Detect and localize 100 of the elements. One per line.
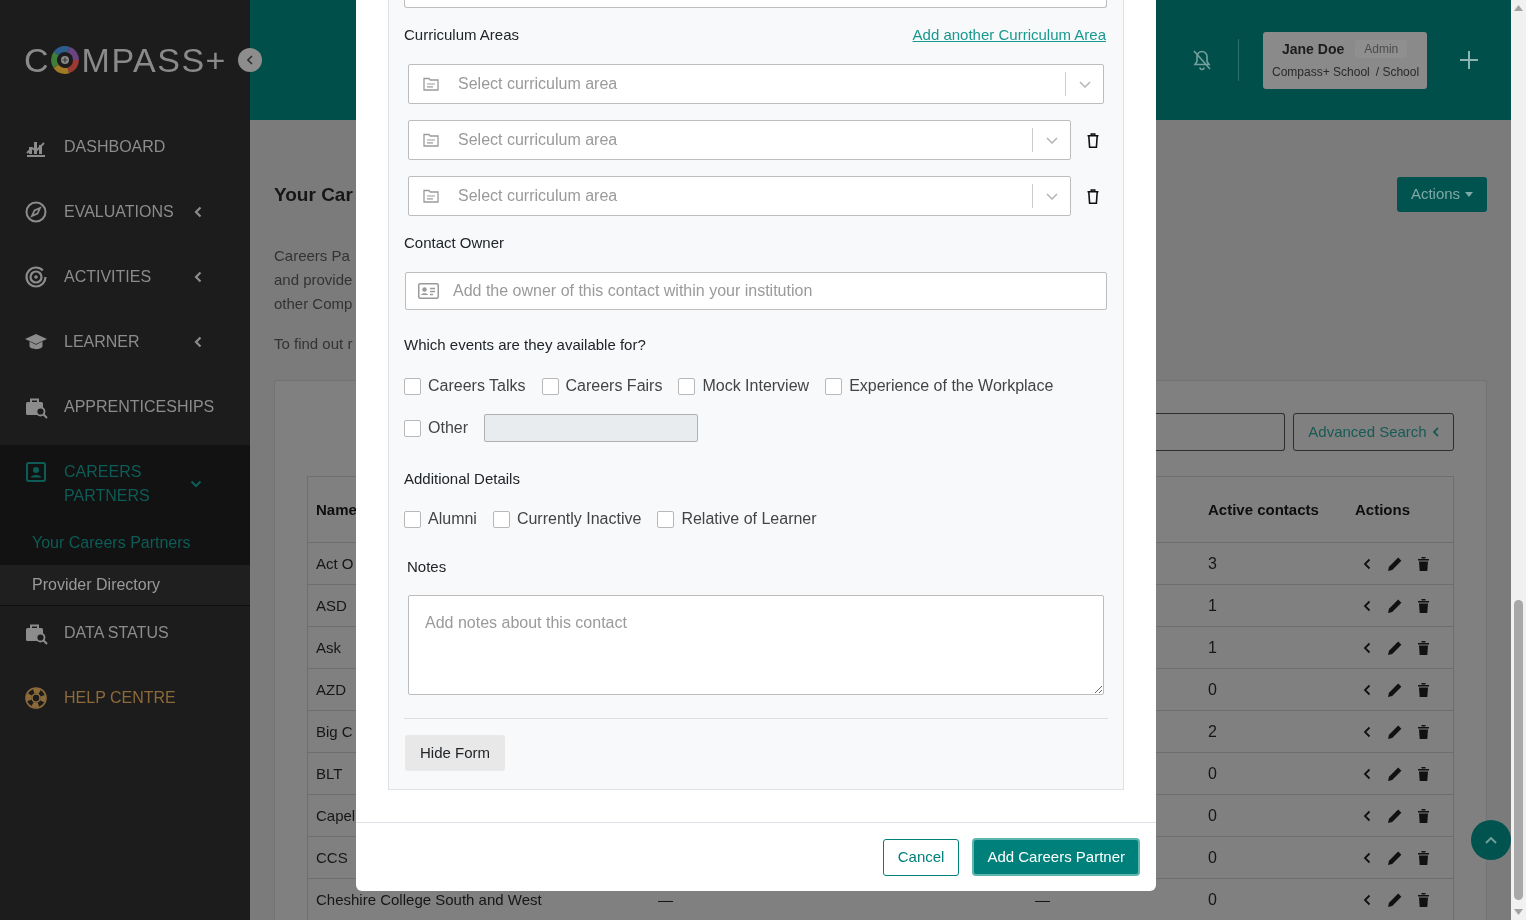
add-curriculum-area-link[interactable]: Add another Curriculum Area [912, 24, 1106, 46]
pencil-icon[interactable] [1387, 681, 1403, 698]
pencil-icon[interactable] [1387, 597, 1403, 614]
contact-owner-field[interactable]: Add the owner of this contact within your institution [405, 272, 1107, 310]
partner-name: Big C [316, 723, 353, 740]
pencil-icon[interactable] [1387, 555, 1403, 572]
field-label: Which events are they available for? [404, 335, 646, 355]
input-field[interactable] [404, 0, 1107, 8]
chevron-left-icon[interactable] [1363, 725, 1371, 738]
checkbox-label: Currently Inactive [516, 509, 642, 529]
contact-count: 0 [1208, 890, 1217, 909]
caret-down-icon [1465, 192, 1474, 197]
school-type: / School [1375, 64, 1420, 80]
pencil-icon[interactable] [1387, 765, 1403, 782]
school-name: Compass+ School [1272, 64, 1370, 80]
checkbox[interactable] [404, 510, 421, 528]
column-header: Active contacts [1208, 500, 1319, 518]
contact-card-icon [24, 460, 48, 484]
intro-text: To find out r [274, 334, 353, 354]
pencil-icon[interactable] [1387, 891, 1403, 908]
collapse-sidebar-button[interactable] [238, 48, 262, 72]
checkbox-label: Alumni [428, 509, 477, 529]
nav-item[interactable]: DATA STATUS [0, 606, 250, 671]
field-label: Curriculum Areas [404, 25, 520, 45]
field-label: Notes [407, 557, 447, 577]
chevron-down-icon [1045, 192, 1058, 200]
intro-text: other Comp [274, 294, 353, 314]
trash-icon[interactable] [1087, 132, 1099, 148]
checkbox-label: Mock Interview [702, 376, 810, 396]
chevron-left-icon[interactable] [1363, 851, 1371, 864]
scrollbar-thumb[interactable] [1514, 600, 1523, 900]
checkbox-label: Other [428, 418, 468, 438]
cancel-button[interactable]: Cancel [882, 838, 960, 876]
partner-name: AZD [316, 681, 346, 698]
partner-name: Capel [316, 807, 356, 824]
chevron-left-icon [1432, 427, 1439, 437]
curriculum-select[interactable]: Select curriculum area [408, 120, 1071, 160]
page-title: Your Car [274, 182, 353, 207]
bell-slash-icon[interactable] [1192, 49, 1212, 71]
chevron-left-icon[interactable] [1363, 893, 1371, 906]
chevron-up-icon [1485, 836, 1497, 844]
nav-item[interactable]: APPRENTICESHIPS [0, 380, 250, 445]
partner-name: BLT [316, 765, 343, 782]
partner-name: Ask [316, 639, 341, 656]
submit-button[interactable]: Add Careers Partner [972, 838, 1140, 876]
chevron-left-icon[interactable] [1363, 809, 1371, 822]
chevron-down-icon [1045, 136, 1058, 144]
checkbox[interactable] [404, 419, 421, 437]
contact-count: 3 [1208, 554, 1217, 573]
chevron-left-icon[interactable] [1363, 641, 1371, 654]
nav-item[interactable]: ACTIVITIES [0, 250, 250, 315]
nav-item[interactable]: EVALUATIONS [0, 185, 250, 250]
chevron-left-icon[interactable] [1363, 683, 1371, 696]
checkbox[interactable] [541, 377, 559, 395]
compass-icon [24, 200, 48, 224]
chevron-left-icon[interactable] [1363, 599, 1371, 612]
nav-item[interactable]: HELP CENTRE [0, 671, 250, 736]
checkbox[interactable] [678, 377, 696, 395]
logo-text: MPASS+ [81, 40, 227, 80]
curriculum-select[interactable]: Select curriculum area [408, 176, 1071, 216]
id-card-icon [418, 283, 439, 299]
add-button[interactable] [1459, 50, 1479, 70]
partner-name: CCS [316, 849, 348, 866]
target-icon [24, 265, 48, 289]
folder-icon [423, 133, 439, 147]
compass-ring-icon [49, 45, 80, 75]
notes-field[interactable]: Add notes about this contact [408, 595, 1104, 695]
contact-count: 0 [1208, 764, 1217, 783]
pencil-icon[interactable] [1387, 639, 1403, 656]
hide-form-button[interactable]: Hide Form [405, 735, 505, 771]
checkbox[interactable] [492, 510, 510, 528]
pencil-icon[interactable] [1387, 723, 1403, 740]
field-label: Contact Owner [404, 233, 505, 253]
scrollbar[interactable] [1511, 0, 1526, 920]
empty-value-dash: — [658, 891, 673, 908]
contact-count: 0 [1208, 806, 1217, 825]
curriculum-select[interactable]: Select curriculum area [408, 64, 1104, 104]
contact-count: 2 [1208, 722, 1217, 741]
folder-icon [423, 189, 439, 203]
chevron-left-icon[interactable] [1363, 767, 1371, 780]
nav-item[interactable]: DASHBOARD [0, 120, 250, 185]
checkbox[interactable] [657, 510, 675, 528]
checkbox-label: Careers Fairs [565, 376, 663, 396]
checkbox[interactable] [825, 377, 843, 395]
chevron-left-icon[interactable] [1363, 557, 1371, 570]
trash-icon[interactable] [1087, 188, 1099, 204]
intro-text: and provide [274, 270, 353, 290]
contact-count: 0 [1208, 848, 1217, 867]
contact-count: 1 [1208, 596, 1217, 615]
pencil-icon[interactable] [1387, 807, 1403, 824]
user-menu[interactable]: Jane Doe Admin Compass+ School / School [1263, 31, 1427, 89]
checkbox[interactable] [404, 377, 421, 395]
pencil-icon[interactable] [1387, 849, 1403, 866]
role-badge: Admin [1355, 40, 1408, 58]
partner-name: Act O [316, 555, 354, 572]
user-name: Jane Doe [1282, 40, 1345, 58]
nav-item[interactable]: LEARNER [0, 315, 250, 380]
chevron-down-icon [1078, 80, 1091, 88]
checkbox-label: Careers Talks [428, 376, 526, 396]
actions-button[interactable]: Actions [1397, 177, 1487, 212]
